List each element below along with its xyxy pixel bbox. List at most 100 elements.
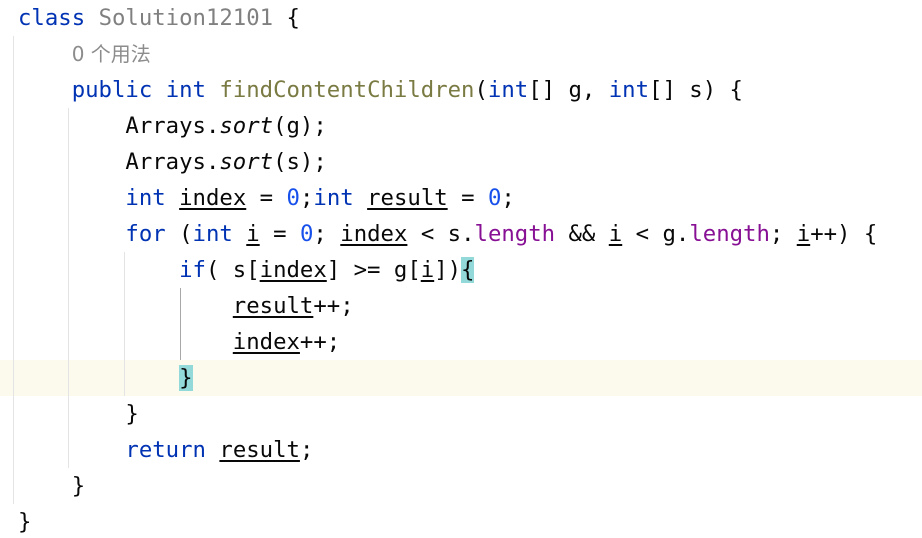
code-token: (g); [273, 113, 327, 139]
matched-brace: } [179, 365, 193, 391]
code-token: return [125, 437, 206, 463]
code-token: length [474, 221, 556, 247]
code-token: result [367, 185, 448, 211]
code-token: public [71, 77, 153, 103]
code-token: < g. [622, 221, 690, 247]
code-token: int [313, 185, 354, 211]
code-line[interactable]: } [18, 360, 922, 396]
code-token: index [259, 257, 327, 283]
code-token: [] s) { [649, 77, 743, 103]
code-token: ] >= g[ [326, 257, 421, 283]
code-token: length [689, 221, 770, 247]
code-token: Arrays. [125, 149, 220, 175]
code-token: = [447, 185, 488, 211]
code-token: ++) { [810, 221, 878, 247]
indent-guide [13, 36, 14, 504]
code-token: } [71, 473, 86, 499]
code-token: index [179, 185, 247, 211]
code-token: int [192, 221, 233, 247]
code-line[interactable]: return result; [18, 432, 922, 468]
usage-hint: 0 个用法 [71, 42, 151, 66]
code-token: (s); [273, 149, 327, 175]
code-token: } [125, 401, 139, 427]
code-token: index [232, 329, 300, 355]
matched-brace: { [461, 257, 475, 283]
code-token: ; [501, 185, 515, 211]
code-token: ; [313, 221, 341, 247]
code-line[interactable]: } [18, 504, 922, 538]
code-token: ; [769, 221, 797, 247]
code-line[interactable]: Arrays.sort(g); [18, 108, 922, 144]
code-token: ( s[ [205, 257, 260, 283]
code-token: int [165, 77, 206, 103]
code-line[interactable]: result++; [18, 288, 922, 324]
code-token: sort [219, 113, 274, 139]
code-token: i [246, 221, 260, 247]
code-token: findContentChildren [219, 77, 475, 103]
code-token: = [246, 185, 287, 211]
code-token: int [125, 185, 166, 211]
code-token: { [273, 5, 300, 31]
code-token: && [555, 221, 609, 247]
code-token: result [232, 293, 314, 319]
code-token: result [219, 437, 300, 463]
code-token: Arrays. [125, 113, 220, 139]
code-line[interactable]: index++; [18, 324, 922, 360]
code-line[interactable]: } [18, 396, 922, 432]
code-token: 0 [286, 185, 300, 211]
code-token: i [420, 257, 435, 283]
code-token: class [18, 5, 86, 31]
code-token: } [18, 509, 32, 535]
code-token: index [340, 221, 408, 247]
code-token: = [259, 221, 300, 247]
code-line[interactable]: public int findContentChildren(int[] g, … [18, 72, 922, 108]
code-line[interactable]: Arrays.sort(s); [18, 144, 922, 180]
code-token: [] g, [528, 77, 609, 103]
code-token: int [487, 77, 529, 103]
code-line[interactable]: 0 个用法 [18, 36, 922, 72]
code-token: ++; [299, 329, 341, 355]
code-line[interactable]: if( s[index] >= g[i]){ [18, 252, 922, 288]
code-token: for [125, 221, 166, 247]
code-line[interactable]: class Solution12101 { [18, 0, 922, 36]
code-line[interactable]: int index = 0;int result = 0; [18, 180, 922, 216]
code-token: ; [299, 437, 314, 463]
code-line[interactable]: } [18, 468, 922, 504]
code-token: Solution12101 [98, 5, 274, 31]
code-line[interactable]: for (int i = 0; index < s.length && i < … [18, 216, 922, 252]
code-token: sort [219, 149, 274, 175]
code-token: 0 [299, 221, 314, 247]
code-token: ( [474, 77, 488, 103]
code-token: i [796, 221, 811, 247]
code-token: 0 [487, 185, 502, 211]
code-token: int [608, 77, 650, 103]
code-token: ( [165, 221, 193, 247]
code-token: ; [299, 185, 314, 211]
code-editor[interactable]: class Solution12101 { 0 个用法 public int f… [0, 0, 922, 538]
code-token: ]) [434, 257, 462, 283]
code-token: i [608, 221, 623, 247]
code-token: if [179, 257, 206, 283]
code-token: ++; [313, 293, 354, 319]
code-token: < s. [407, 221, 475, 247]
